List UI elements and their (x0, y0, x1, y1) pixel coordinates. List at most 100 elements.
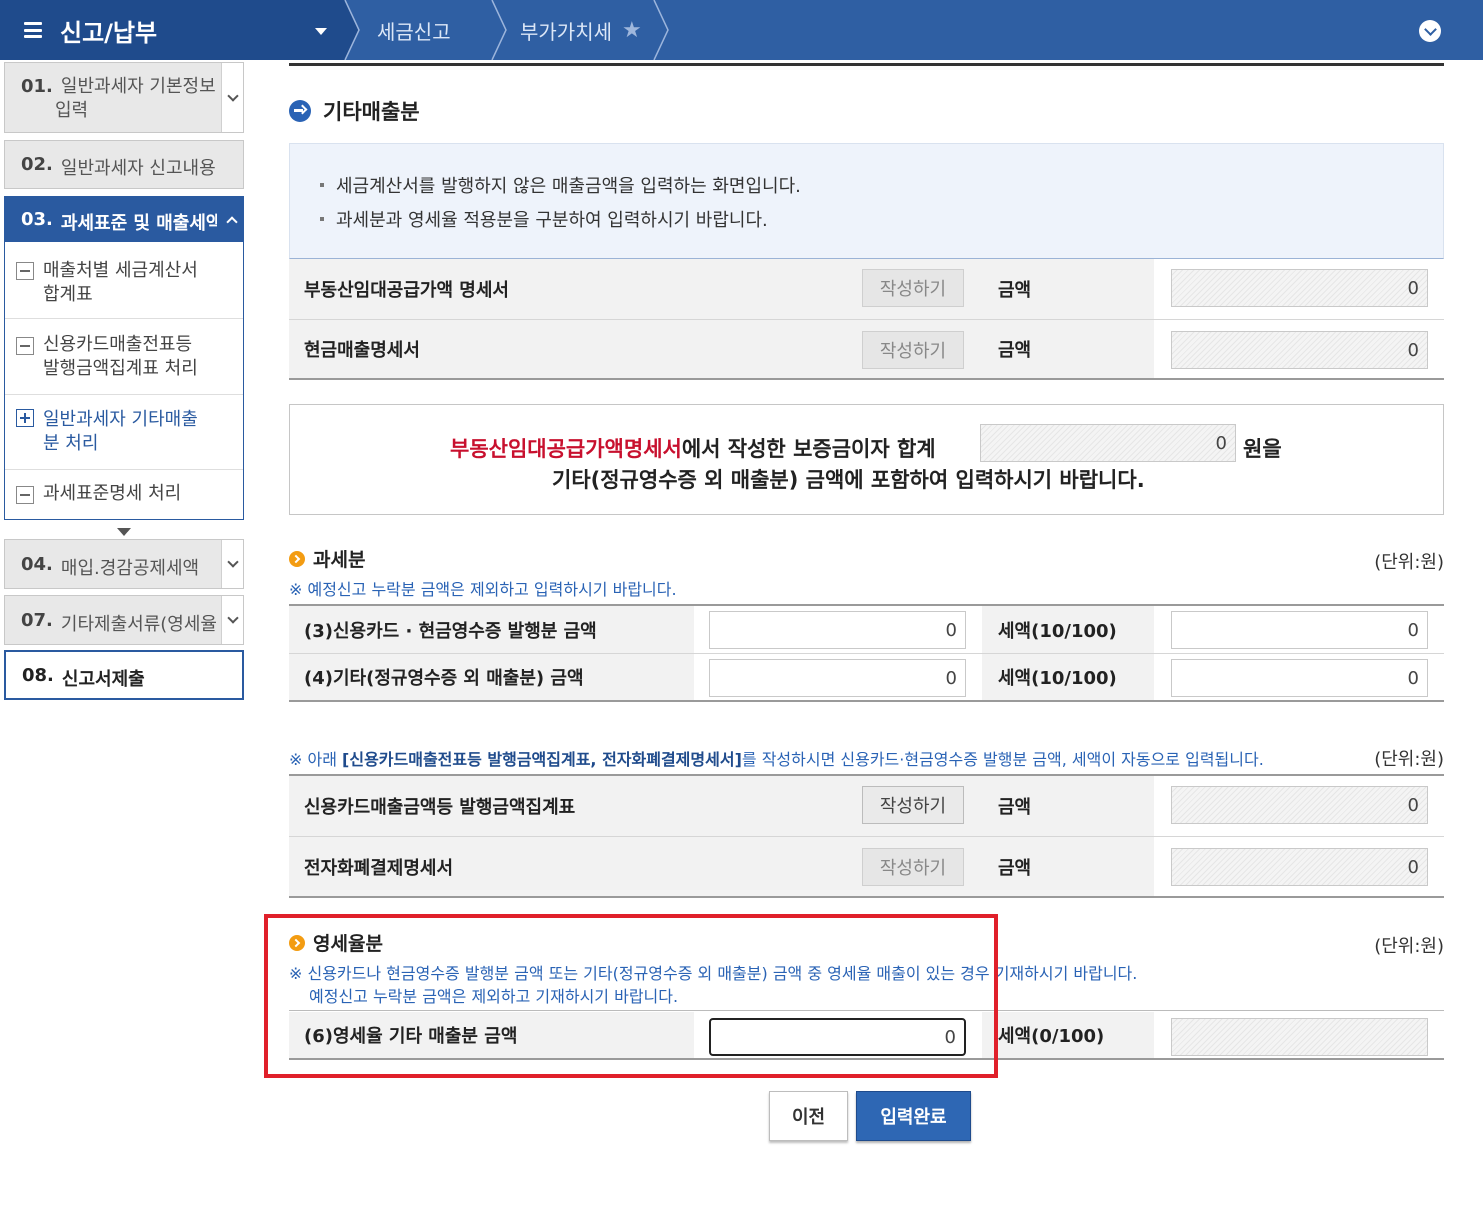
card-summary-amount-field (1171, 786, 1428, 824)
substep-label: 일반과세자 기타매출 (43, 409, 198, 430)
row-card-cash-receipt: (3)신용카드 · 현금영수증 발행분 금액 세액(10/100) (289, 606, 1444, 654)
deposit-interest-total-field (980, 424, 1236, 462)
arrow-circle-icon (289, 100, 311, 122)
row-other-sales: (4)기타(정규영수증 외 매출분) 금액 세액(10/100) (289, 654, 1444, 702)
submit-input-button[interactable]: 입력완료 (856, 1091, 971, 1141)
deposit-interest-notice: 부동산임대공급가액명세서에서 작성한 보증금이자 합계 원을 기타(정규영수증 … (289, 404, 1444, 515)
substep-tax-base-statement[interactable]: 과세표준명세 처리 (5, 470, 243, 520)
substep-other-sales[interactable]: 일반과세자 기타매출 분 처리 (5, 395, 243, 469)
notice-won-text: 원을 (1243, 437, 1282, 461)
breadcrumb-separator-icon (652, 0, 672, 60)
row-label: (4)기타(정규영수증 외 매출분) 금액 (289, 654, 694, 700)
substep-label: 매출처별 세금계산서 (43, 260, 198, 281)
unit-label: (단위:원) (1374, 552, 1444, 573)
step-03[interactable]: 03. 과세표준 및 매출세액 (4, 196, 244, 244)
section-header: 기타매출분 (289, 96, 420, 126)
auto-note-bold: [신용카드매출전표등 발행금액집계표, 전자화폐결제명세서] (342, 750, 742, 769)
substep-label-line2: 분 처리 (43, 433, 99, 454)
chevron-down-icon[interactable] (221, 63, 243, 132)
step-01[interactable]: 01. 일반과세자 기본정보 입력 (4, 62, 244, 133)
notice-line-1: 부동산임대공급가액명세서에서 작성한 보증금이자 합계 (450, 433, 936, 463)
step-number: 02. (21, 154, 53, 175)
step-number: 03. (21, 209, 53, 230)
e-money-amount-field (1171, 848, 1428, 886)
breadcrumb-vat-label: 부가가치세 (520, 19, 612, 44)
row-cash-sales: 현금매출명세서 작성하기 금액 (289, 320, 1444, 380)
collapse-box-icon (16, 262, 34, 280)
info-line: 세금계산서를 발행하지 않은 매출금액을 입력하는 화면입니다. (320, 172, 801, 198)
write-real-estate-button[interactable]: 작성하기 (862, 269, 964, 307)
substep-label-line2: 발행금액집계표 처리 (43, 358, 198, 379)
menu-title: 신고/납부 (60, 18, 158, 47)
step-label-line2: 입력 (55, 100, 89, 121)
card-receipt-amount-input[interactable] (709, 611, 966, 649)
write-e-money-button[interactable]: 작성하기 (862, 848, 964, 886)
step-04[interactable]: 04. 매입.경감공제세액 (4, 539, 244, 589)
amount-label: 금액 (982, 837, 1154, 896)
tax-label: 세액(10/100) (982, 654, 1154, 700)
chevron-up-icon[interactable] (221, 197, 243, 243)
step-label: 매입.경감공제세액 (60, 558, 200, 579)
notice-line-2: 기타(정규영수증 외 매출분) 금액에 포함하여 입력하시기 바랍니다. (552, 468, 1145, 492)
step-label: 신고서제출 (61, 669, 145, 690)
substep-label-line2: 합계표 (43, 284, 93, 305)
step-02[interactable]: 02. 일반과세자 신고내용 (4, 140, 244, 189)
amount-label: 금액 (982, 259, 1154, 319)
triangle-down-icon (117, 528, 131, 536)
top-navigation-bar: 신고/납부 세금신고 부가가치세 ★ (0, 0, 1483, 60)
prev-button[interactable]: 이전 (769, 1091, 848, 1141)
auto-note-prefix: ※ 아래 (289, 750, 343, 769)
hamburger-menu-icon[interactable] (24, 22, 42, 38)
step-number: 01. (21, 76, 53, 97)
auto-note-suffix: 를 작성하시면 신용카드·현금영수증 발행분 금액, 세액이 자동으로 입력됩니… (741, 750, 1264, 769)
breadcrumb-vat[interactable]: 부가가치세 ★ (520, 0, 642, 60)
substep-list: 매출처별 세금계산서 합계표 신용카드매출전표등 발행금액집계표 처리 일반과세… (4, 242, 244, 520)
step-label: 일반과세자 신고내용 (60, 158, 216, 179)
write-card-summary-button[interactable]: 작성하기 (862, 786, 964, 824)
step-number: 08. (22, 665, 54, 686)
step-number: 07. (21, 610, 53, 631)
zero-rated-tax-field (1171, 1018, 1428, 1056)
favorite-star-icon[interactable]: ★ (622, 18, 642, 43)
info-line: 과세분과 영세율 적용분을 구분하여 입력하시기 바랍니다. (320, 206, 768, 232)
step-07[interactable]: 07. 기타제출서류(영세율 (4, 595, 244, 645)
collapse-box-icon (16, 486, 34, 504)
amount-label: 금액 (982, 320, 1154, 378)
breadcrumb-tax-filing[interactable]: 세금신고 (377, 0, 451, 60)
step-label: 일반과세자 기본정보 (60, 76, 216, 97)
notice-red-text: 부동산임대공급가액명세서 (450, 437, 682, 461)
collapse-chevron-icon[interactable] (1419, 20, 1441, 42)
step-label: 과세표준 및 매출세액 (60, 213, 217, 234)
other-sales-tax-input[interactable] (1171, 659, 1428, 697)
other-sales-amount-input[interactable] (709, 659, 966, 697)
substep-label: 과세표준명세 처리 (43, 483, 182, 504)
menu-block: 신고/납부 (0, 0, 345, 60)
step-08[interactable]: 08. 신고서제출 (4, 650, 244, 700)
info-box: 세금계산서를 발행하지 않은 매출금액을 입력하는 화면입니다. 과세분과 영세… (289, 143, 1444, 259)
taxable-title: 과세분 (313, 549, 366, 571)
chevron-down-icon[interactable] (221, 596, 243, 644)
substep-label: 신용카드매출전표등 (43, 334, 193, 355)
expand-box-icon (16, 409, 34, 427)
chevron-down-icon[interactable] (221, 540, 243, 588)
write-cash-sales-button[interactable]: 작성하기 (862, 331, 964, 369)
orange-bullet-icon (289, 550, 305, 567)
substep-credit-card-summary[interactable]: 신용카드매출전표등 발행금액집계표 처리 (5, 319, 243, 394)
step-label: 기타제출서류(영세율 (60, 614, 217, 635)
collapse-box-icon (16, 337, 34, 355)
tax-label: 세액(10/100) (982, 606, 1154, 653)
step-number: 04. (21, 554, 53, 575)
menu-dropdown-icon[interactable] (315, 28, 327, 35)
tax-label: 세액(0/100) (982, 1012, 1154, 1058)
amount-label: 금액 (982, 776, 1154, 836)
row-card-summary: 신용카드매출금액등 발행금액집계표 작성하기 금액 (289, 776, 1444, 837)
row-label: (3)신용카드 · 현금영수증 발행분 금액 (289, 606, 694, 653)
breadcrumb-separator-icon (343, 0, 363, 60)
real-estate-amount-field (1171, 269, 1428, 307)
taxable-note: ※ 예정신고 누락분 금액은 제외하고 입력하시기 바랍니다. (289, 580, 677, 599)
notice-text: 에서 작성한 보증금이자 합계 (681, 437, 936, 461)
taxable-header: 과세분 (289, 545, 365, 572)
substep-sales-invoice-summary[interactable]: 매출처별 세금계산서 합계표 (5, 242, 243, 318)
card-receipt-tax-input[interactable] (1171, 611, 1428, 649)
section-title: 기타매출분 (323, 100, 420, 124)
